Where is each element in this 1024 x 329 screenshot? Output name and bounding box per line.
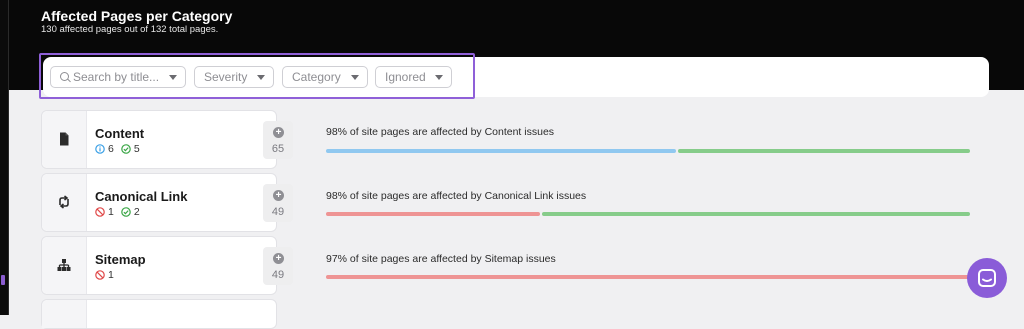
chevron-down-icon: [257, 75, 265, 80]
check-circle-icon: [121, 207, 131, 217]
plus-circle-icon: +: [273, 190, 284, 201]
affected-count: 49: [271, 269, 285, 281]
error-icon: [95, 207, 105, 217]
plus-circle-icon: +: [273, 127, 284, 138]
add-category-button[interactable]: + 49: [263, 184, 293, 222]
sitemap-icon: [57, 259, 71, 271]
category-stats: 1: [95, 269, 118, 281]
search-dropdown[interactable]: Search by title...: [50, 66, 186, 88]
category-name: Content: [95, 126, 145, 141]
chat-icon: [978, 269, 996, 287]
category-card-canonical-link[interactable]: Canonical Link 1 2 + 49: [41, 173, 293, 232]
pass-count: 2: [133, 206, 140, 218]
severity-filter[interactable]: Severity: [194, 66, 274, 88]
add-category-button[interactable]: + 65: [263, 121, 293, 159]
category-description: 98% of site pages are affected by Canoni…: [326, 190, 587, 202]
category-description: 98% of site pages are affected by Conten…: [326, 126, 555, 138]
bar-segment-info: [326, 149, 676, 153]
category-icon-column: [42, 111, 87, 168]
bar-segment-pass: [678, 149, 970, 153]
affected-count: 65: [271, 143, 285, 155]
error-count: 1: [108, 206, 114, 218]
bar-segment-error: [326, 275, 970, 279]
info-count: 6: [108, 143, 114, 155]
chat-launcher-button[interactable]: [967, 258, 1007, 298]
ignored-label: Ignored: [385, 70, 426, 84]
category-stats: 6 5: [95, 143, 144, 155]
category-stats: 1 2: [95, 206, 144, 218]
affected-count: 49: [271, 206, 285, 218]
info-icon: [95, 144, 105, 154]
left-rail: [0, 0, 9, 315]
document-icon: [60, 132, 69, 146]
category-name: Canonical Link: [95, 189, 188, 204]
category-icon-column: [42, 300, 87, 328]
search-placeholder: Search by title...: [73, 70, 160, 84]
severity-label: Severity: [204, 70, 248, 84]
category-card-sitemap[interactable]: Sitemap 1 + 49: [41, 236, 293, 295]
chevron-down-icon: [435, 75, 443, 80]
chevron-down-icon: [351, 75, 359, 80]
category-description: 97% of site pages are affected by Sitema…: [326, 253, 556, 265]
plus-circle-icon: +: [273, 253, 284, 264]
bar-segment-error: [326, 212, 540, 216]
category-label: Category: [292, 70, 341, 84]
page-title: Affected Pages per Category: [41, 8, 233, 24]
ignored-filter[interactable]: Ignored: [375, 66, 452, 88]
category-icon-column: [42, 237, 87, 294]
category-icon-column: [42, 174, 87, 231]
pass-count: 5: [133, 143, 140, 155]
chevron-down-icon: [169, 75, 177, 80]
canonical-sync-icon: [59, 195, 69, 209]
category-filter[interactable]: Category: [282, 66, 368, 88]
add-category-button[interactable]: + 49: [263, 247, 293, 285]
bar-segment-pass: [542, 212, 970, 216]
search-icon: [60, 72, 69, 81]
page-subtitle: 130 affected pages out of 132 total page…: [41, 24, 219, 35]
left-rail-indicator: [1, 275, 5, 285]
check-circle-icon: [121, 144, 131, 154]
error-icon: [95, 270, 105, 280]
category-card-partial[interactable]: [41, 299, 277, 329]
category-card-content[interactable]: Content 6 5 + 65: [41, 110, 293, 169]
error-count: 1: [108, 269, 114, 281]
category-name: Sitemap: [95, 252, 146, 267]
